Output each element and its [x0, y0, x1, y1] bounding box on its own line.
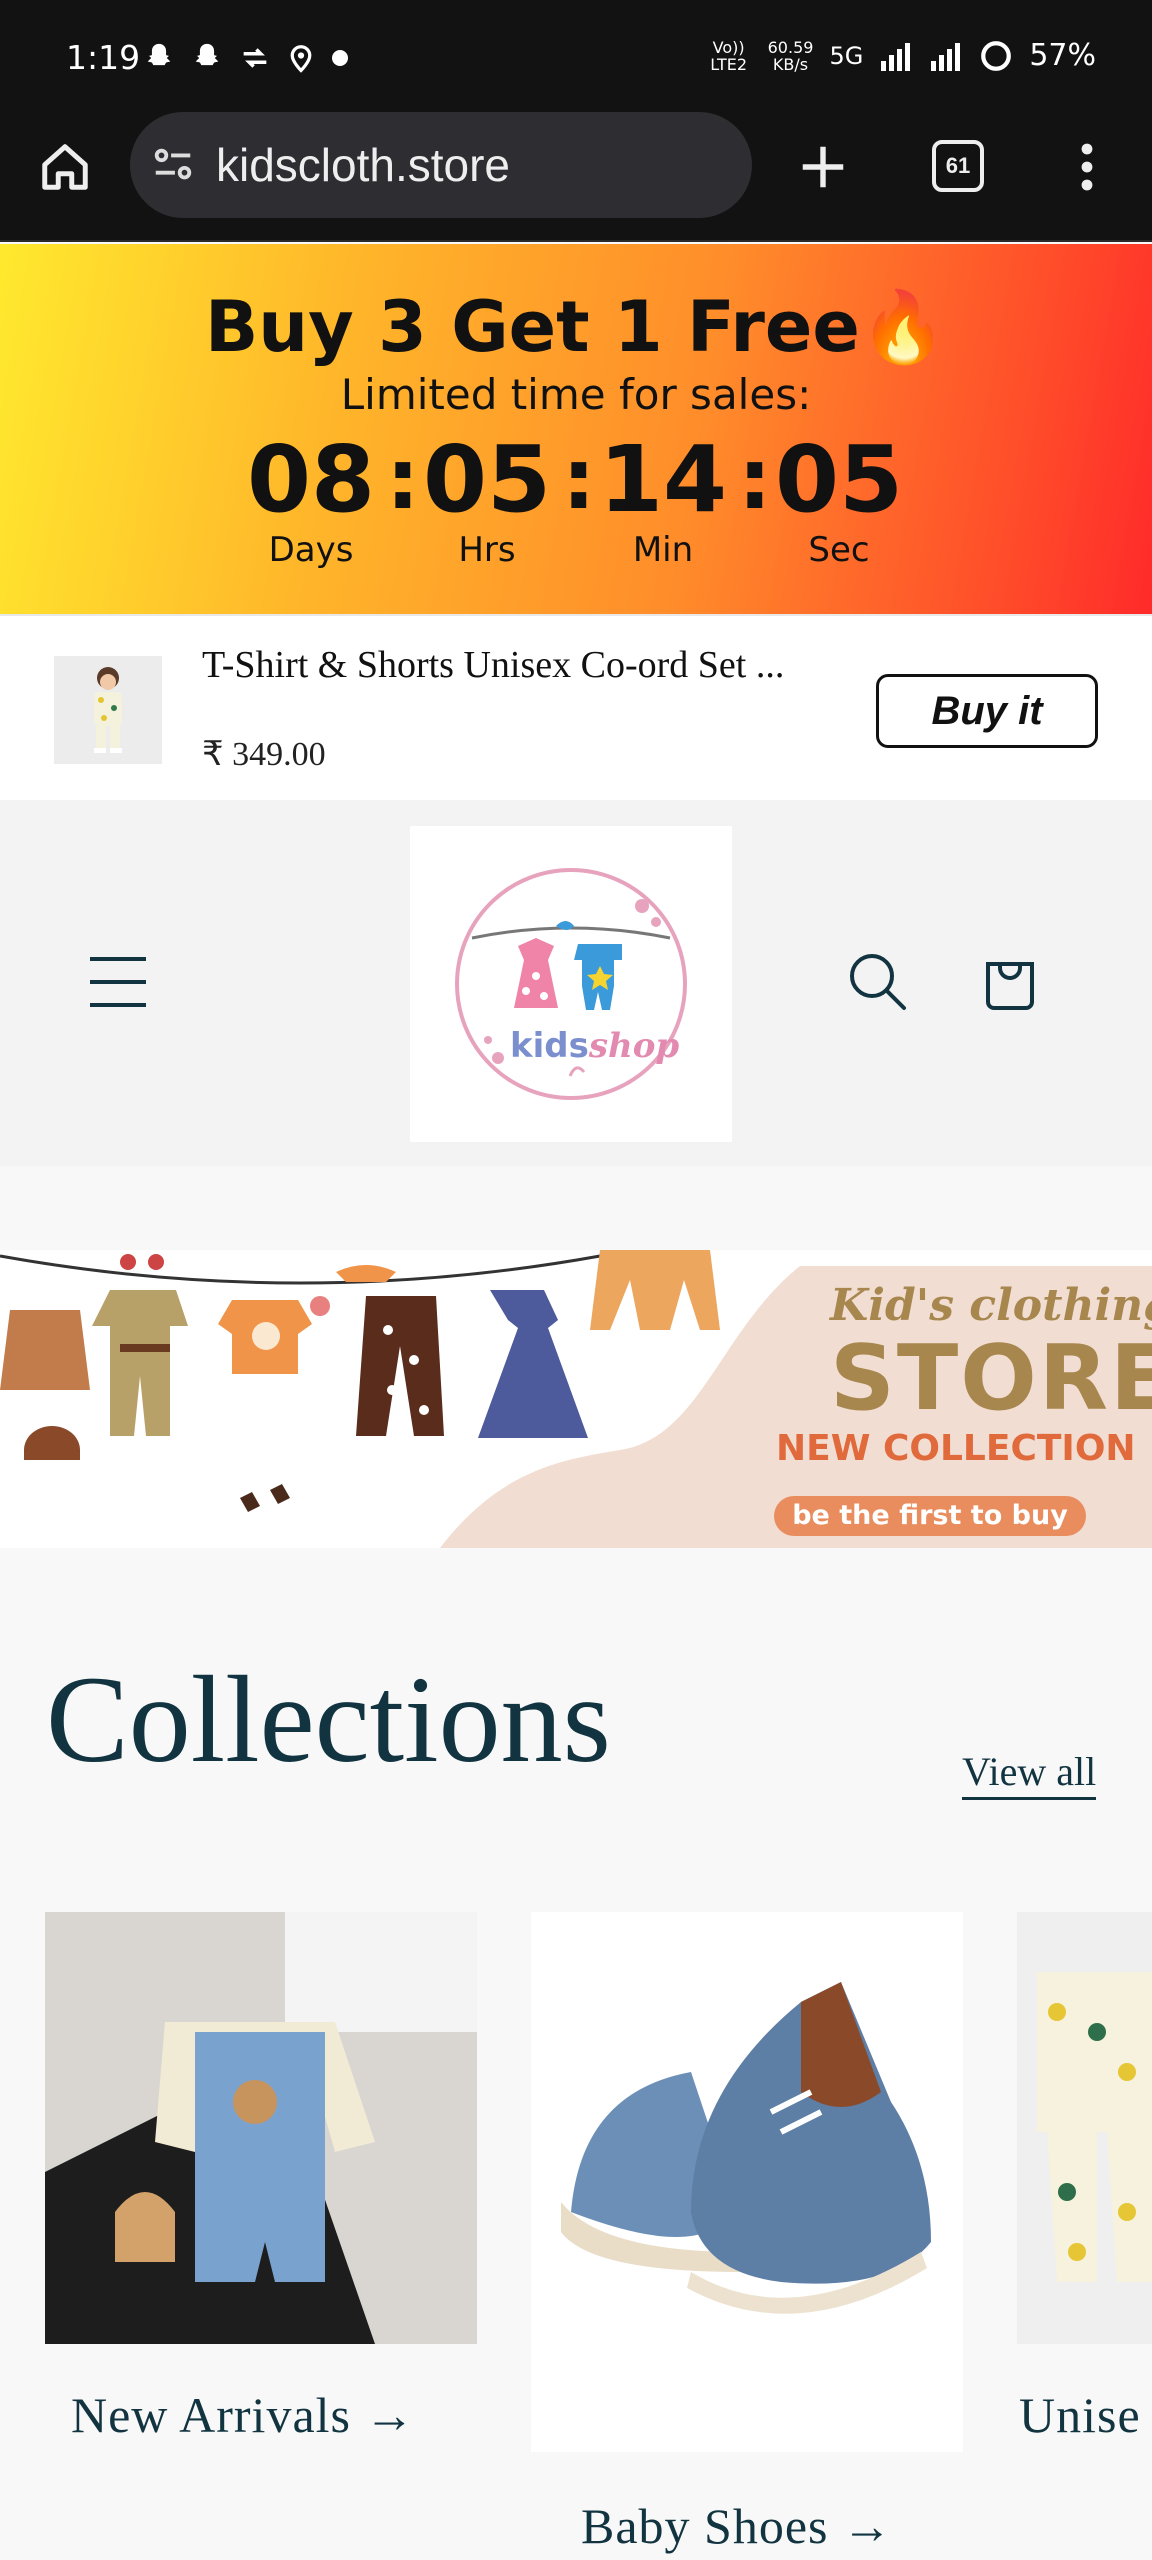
- logo-word-shop: shop: [588, 1026, 680, 1066]
- countdown-minutes: 14 Min: [578, 426, 748, 571]
- banner-new-collection: NEW COLLECTION: [776, 1428, 1136, 1469]
- collection-label-text[interactable]: Baby Shoes: [581, 2498, 829, 2554]
- countdown-value: 05: [774, 426, 904, 533]
- countdown-label: Min: [632, 530, 694, 570]
- sticky-product-bar: T-Shirt & Shorts Unisex Co-ord Set ... ₹…: [0, 614, 1152, 800]
- home-icon[interactable]: [38, 140, 92, 194]
- countdown-label: Hrs: [458, 530, 516, 570]
- romper-photo: [45, 1912, 477, 2344]
- collection-card-new-arrivals[interactable]: New Arrivals →: [45, 1912, 477, 2560]
- snapchat-icon: [147, 43, 171, 66]
- countdown-days: 08 Days: [226, 426, 396, 571]
- promo-countdown-banner: Buy 3 Get 1 Free🔥 Limited time for sales…: [0, 244, 1152, 614]
- battery-level: 57%: [1029, 38, 1096, 73]
- new-tab-icon[interactable]: [796, 140, 850, 194]
- promo-title-text: Buy 3 Get 1 Free: [204, 286, 860, 368]
- collection-image[interactable]: [45, 1912, 477, 2344]
- logo-graphic: [455, 868, 687, 1100]
- sticky-product-title[interactable]: T-Shirt & Shorts Unisex Co-ord Set ...: [202, 642, 862, 688]
- snapchat-icon: [195, 43, 219, 66]
- collection-label[interactable]: New Arrivals →: [71, 2386, 416, 2444]
- promo-title: Buy 3 Get 1 Free🔥: [0, 286, 1152, 369]
- sync-icon: [243, 48, 267, 68]
- countdown-hours: 05 Hrs: [402, 426, 572, 571]
- speed-value: 60.59: [767, 37, 814, 57]
- logo-text: kidsshop: [510, 1026, 679, 1066]
- tab-switcher-button[interactable]: 61: [932, 140, 984, 192]
- countdown-value: 08: [246, 426, 376, 533]
- promo-subtitle: Limited time for sales:: [340, 370, 812, 419]
- tab-count: 61: [945, 153, 971, 178]
- browser-toolbar: kidscloth.store 61: [0, 112, 1152, 242]
- network-type: 5G: [829, 41, 864, 70]
- notification-icons: [142, 38, 350, 78]
- cart-icon[interactable]: [982, 950, 1038, 1010]
- site-logo[interactable]: kidsshop: [410, 826, 732, 1142]
- site-header: kidsshop: [0, 800, 1152, 1166]
- banner-store-text: STORE: [830, 1326, 1152, 1431]
- hero-banner[interactable]: Kid's clothing STORE NEW COLLECTION be t…: [0, 1250, 1152, 1548]
- collection-label-text[interactable]: New Arrivals: [71, 2387, 351, 2443]
- buy-it-button[interactable]: Buy it: [876, 674, 1098, 748]
- countdown-value: 05: [422, 426, 552, 533]
- network-label: Vo)) LTE2: [710, 37, 748, 74]
- collection-label[interactable]: Unise: [1019, 2386, 1141, 2444]
- collections-title: Collections: [46, 1651, 611, 1788]
- collection-image[interactable]: [1017, 1912, 1152, 2344]
- status-bar: 1:19 Vo)) LTE2 60.59 KB/s 5G 57%: [0, 0, 1152, 112]
- countdown-value: 14: [598, 426, 728, 533]
- arrow-right-icon: →: [364, 2387, 416, 2443]
- arrow-right-icon: →: [842, 2498, 893, 2554]
- logo-word-kids: kids: [510, 1026, 589, 1066]
- view-all-link[interactable]: View all: [962, 1748, 1097, 1800]
- dot-icon: [332, 50, 348, 66]
- collection-label-text[interactable]: Unise: [1019, 2387, 1141, 2443]
- child-outfit-image: [54, 656, 162, 764]
- address-bar[interactable]: kidscloth.store: [130, 112, 752, 218]
- speed-unit: KB/s: [772, 54, 809, 74]
- battery-ring-icon: [981, 40, 1012, 71]
- signal-icon: [881, 42, 911, 71]
- collection-label[interactable]: Baby Shoes →: [581, 2497, 893, 2555]
- sticky-product-price: ₹ 349.00: [202, 736, 326, 773]
- collection-card-baby-shoes[interactable]: Baby Shoes →: [531, 1912, 963, 2560]
- status-time: 1:19: [66, 38, 141, 77]
- signal-icon: [931, 42, 961, 71]
- countdown-label: Sec: [808, 530, 870, 570]
- search-icon[interactable]: [846, 950, 908, 1012]
- url-text[interactable]: kidscloth.store: [216, 138, 510, 192]
- product-thumbnail[interactable]: [54, 656, 162, 764]
- unisex-set-photo: [1017, 1912, 1152, 2344]
- menu-icon[interactable]: [88, 955, 148, 1009]
- baby-shoes-photo: [531, 1912, 963, 2344]
- collection-card-unisex[interactable]: Unise: [1017, 1912, 1152, 2560]
- more-options-icon[interactable]: [1074, 140, 1100, 194]
- collection-image[interactable]: [531, 1912, 963, 2452]
- site-settings-icon[interactable]: [150, 142, 196, 188]
- location-icon: [290, 45, 312, 73]
- banner-script-text: Kid's clothing: [830, 1280, 1152, 1331]
- countdown-seconds: 05 Sec: [754, 426, 924, 571]
- network-speed: 60.59 KB/s: [768, 39, 814, 73]
- status-right: Vo)) LTE2 60.59 KB/s 5G 57%: [706, 38, 1096, 73]
- fire-icon: 🔥: [859, 286, 948, 368]
- countdown-label: Days: [268, 530, 354, 570]
- banner-cta[interactable]: be the first to buy: [774, 1500, 1086, 1531]
